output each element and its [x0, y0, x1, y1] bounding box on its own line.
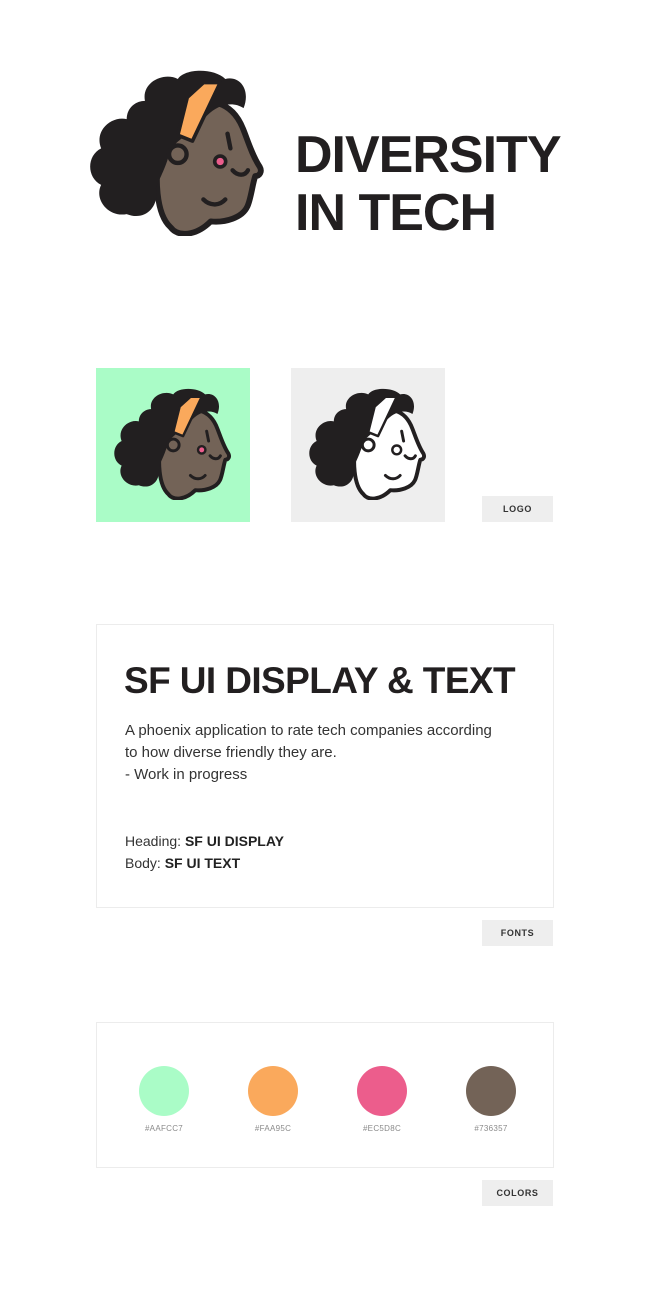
logo-color-icon	[112, 387, 232, 500]
color-swatch	[248, 1066, 298, 1116]
heading-font-value: SF UI DISPLAY	[184, 833, 284, 849]
color-swatch-label: #AAFCC7	[144, 1124, 184, 1133]
color-swatch-label: #EC5D8C	[362, 1124, 402, 1133]
color-swatch-label: #FAA95C	[254, 1124, 292, 1133]
heading-font-label: Heading:	[125, 833, 182, 849]
brand-title: DIVERSITY IN TECH	[295, 126, 625, 242]
brand-title-line1: DIVERSITY	[295, 126, 562, 184]
logo-section-tag: LOGO	[482, 496, 553, 522]
fonts-section-tag: FONTS	[482, 920, 553, 946]
colors-section-tag: COLORS	[482, 1180, 553, 1206]
body-font-value: SF UI TEXT	[164, 855, 241, 871]
logo-mono-icon	[307, 387, 427, 500]
heading-font-row: Heading: SF UI DISPLAY	[125, 830, 284, 852]
fonts-heading: SF UI DISPLAY & TEXT	[124, 660, 516, 701]
hero-logo-icon	[78, 68, 274, 236]
body-font-row: Body: SF UI TEXT	[125, 852, 284, 874]
brand-title-line2: IN TECH	[295, 184, 497, 242]
fonts-description-line2: to how diverse friendly they are.	[125, 744, 337, 761]
logo-tile-mono	[291, 368, 445, 522]
fonts-meta: Heading: SF UI DISPLAY Body: SF UI TEXT	[125, 830, 284, 874]
color-swatch	[466, 1066, 516, 1116]
color-swatch	[357, 1066, 407, 1116]
body-font-label: Body:	[125, 855, 161, 871]
color-swatch	[139, 1066, 189, 1116]
fonts-description-line1: A phoenix application to rate tech compa…	[125, 722, 492, 739]
color-swatch-label: #736357	[474, 1124, 508, 1133]
logo-tile-color	[96, 368, 250, 522]
fonts-description-line3: - Work in progress	[125, 766, 248, 783]
fonts-description: A phoenix application to rate tech compa…	[125, 720, 535, 786]
